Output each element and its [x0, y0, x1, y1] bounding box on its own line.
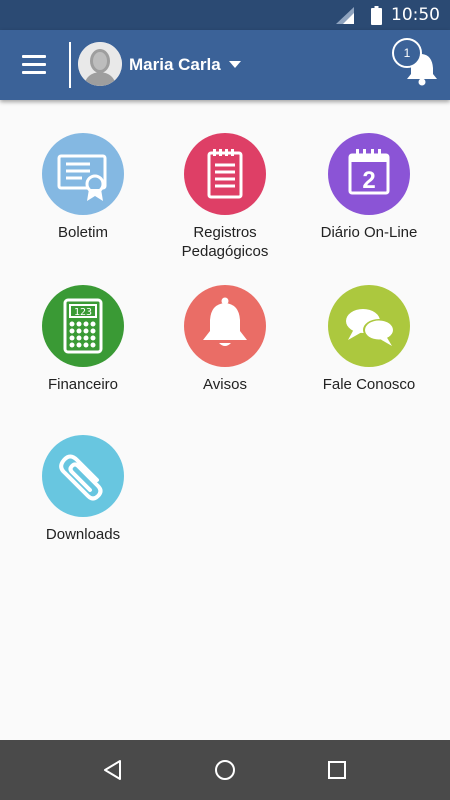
home-icon[interactable]	[213, 758, 237, 782]
calendar-day: 2	[362, 167, 375, 194]
status-bar: 10:50	[0, 0, 450, 30]
tile-diario-on-line[interactable]: 2 Diário On-Line	[294, 133, 444, 273]
tile-downloads[interactable]: Downloads	[8, 435, 158, 575]
chat-bubbles-icon	[328, 285, 410, 367]
tile-label: Fale Conosco	[322, 376, 416, 393]
app-bar: Maria Carla 1	[0, 30, 450, 100]
caret-down-icon[interactable]	[229, 61, 241, 68]
notification-button[interactable]: 1	[392, 38, 440, 86]
signal-icon	[336, 7, 354, 24]
paperclip-icon	[42, 435, 124, 517]
tile-label: Financeiro	[47, 376, 119, 393]
tile-boletim[interactable]: Boletim	[8, 133, 158, 273]
avatar[interactable]	[78, 42, 122, 86]
tile-label: Downloads	[45, 526, 121, 543]
notepad-icon	[184, 133, 266, 215]
user-name[interactable]: Maria Carla	[129, 55, 221, 75]
user-silhouette-icon	[78, 42, 122, 86]
system-nav-bar	[0, 740, 450, 800]
tile-label: Registros Pedagógicos	[181, 224, 269, 260]
calendar-icon: 2	[328, 133, 410, 215]
tile-fale-conosco[interactable]: Fale Conosco	[294, 285, 444, 425]
tile-financeiro[interactable]: 123 Financeiro	[8, 285, 158, 425]
tile-label: Boletim	[57, 224, 109, 241]
battery-icon	[371, 6, 382, 25]
tile-label: Diário On-Line	[320, 224, 418, 241]
bell-icon	[184, 285, 266, 367]
status-time: 10:50	[391, 5, 440, 25]
recents-icon[interactable]	[325, 758, 349, 782]
tile-label: Avisos	[203, 376, 247, 393]
back-icon[interactable]	[101, 758, 125, 782]
calculator-display: 123	[74, 307, 92, 318]
hamburger-menu-icon[interactable]	[22, 55, 46, 75]
header-divider	[69, 42, 71, 88]
tile-registros-pedagogicos[interactable]: Registros Pedagógicos	[150, 133, 300, 273]
tile-avisos[interactable]: Avisos	[150, 285, 300, 425]
calculator-icon: 123	[42, 285, 124, 367]
notification-badge: 1	[392, 38, 422, 68]
certificate-icon	[42, 133, 124, 215]
